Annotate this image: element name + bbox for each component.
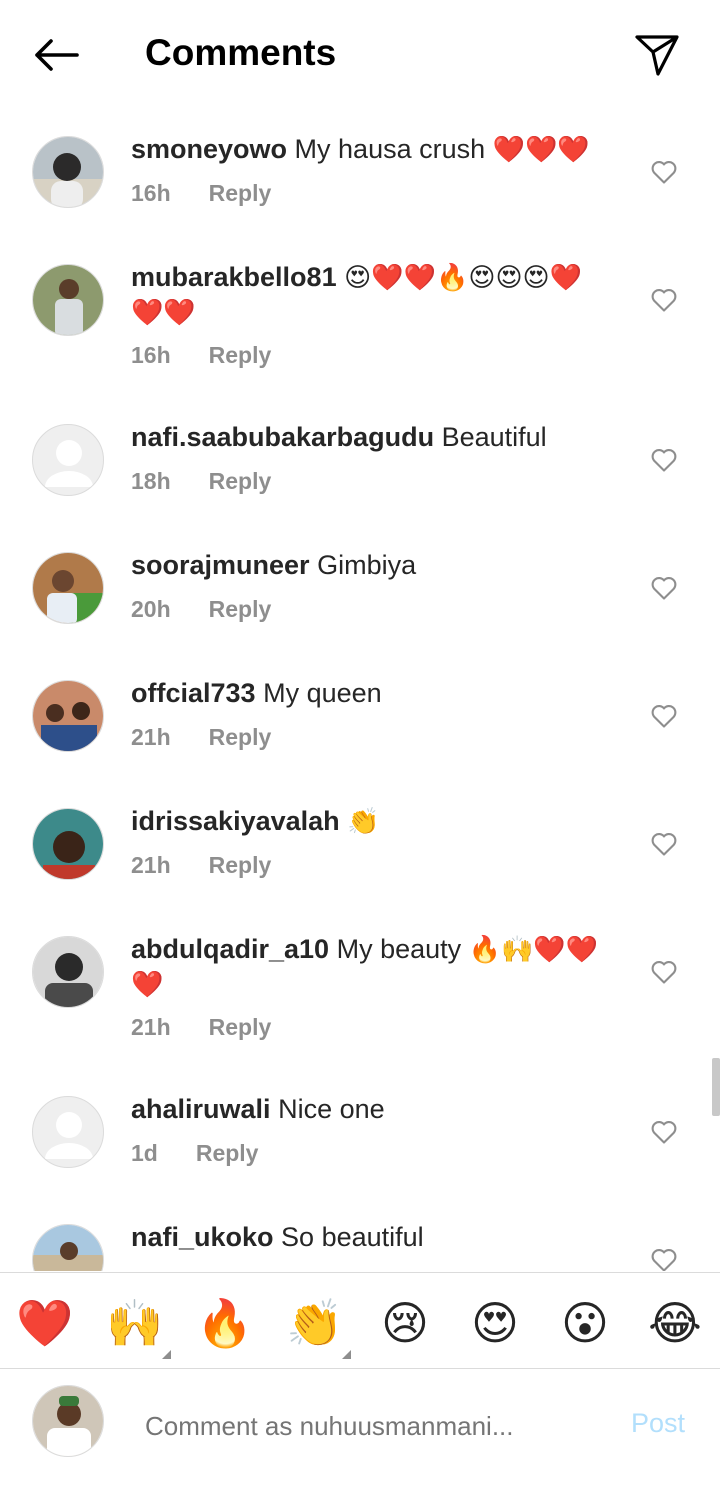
back-button[interactable]: [30, 34, 82, 76]
comment-timestamp: 1d: [131, 1140, 158, 1166]
comment-emoji: 🔥🙌❤️❤️: [468, 935, 599, 965]
reaction-raised-hands-emoji: 🙌: [106, 1296, 164, 1350]
reply-button[interactable]: Reply: [209, 852, 272, 878]
comment-timestamp: 21h: [131, 1014, 171, 1040]
comment-emoji: 😍❤️❤️🔥😍😍😍❤️: [344, 263, 583, 293]
reaction-surprised-button[interactable]: 😮: [555, 1293, 615, 1353]
comment-text: Nice one: [278, 1094, 385, 1124]
like-heart-icon[interactable]: [650, 830, 678, 858]
like-heart-icon[interactable]: [650, 1118, 678, 1146]
comments-list[interactable]: smoneyowo My hausa crush ❤️❤️❤️ 16h Reply…: [0, 108, 720, 1271]
like-heart-icon[interactable]: [650, 958, 678, 986]
avatar[interactable]: [32, 680, 104, 752]
comment-text: Beautiful: [441, 422, 547, 452]
comment-username[interactable]: soorajmuneer: [131, 550, 310, 580]
avatar[interactable]: [32, 264, 104, 336]
reply-button[interactable]: Reply: [209, 1014, 272, 1040]
reply-button[interactable]: Reply: [209, 342, 272, 368]
like-heart-icon[interactable]: [650, 286, 678, 314]
avatar[interactable]: [32, 552, 104, 624]
reaction-fire-button[interactable]: 🔥: [195, 1293, 255, 1353]
reply-button[interactable]: Reply: [209, 596, 272, 622]
page-title: Comments: [145, 32, 337, 73]
reaction-heart-button[interactable]: ❤️: [15, 1293, 75, 1353]
like-heart-icon[interactable]: [650, 1246, 678, 1271]
like-heart-icon[interactable]: [650, 702, 678, 730]
header-bar: Comments: [0, 0, 720, 108]
comment-text: So beautiful: [281, 1222, 424, 1252]
share-button[interactable]: [632, 30, 682, 80]
skin-tone-indicator-icon: [162, 1350, 171, 1359]
reaction-clap-emoji: 👏: [286, 1296, 344, 1350]
comment-username[interactable]: mubarakbello81: [131, 262, 337, 292]
reaction-laughing-button[interactable]: 😂: [645, 1293, 705, 1353]
avatar[interactable]: [32, 1224, 104, 1271]
avatar[interactable]: [32, 1096, 104, 1168]
comment-timestamp: 16h: [131, 180, 171, 206]
avatar[interactable]: [32, 424, 104, 496]
comment-timestamp: 21h: [131, 852, 171, 878]
comment-emoji: 👏: [347, 807, 380, 837]
back-arrow-icon: [35, 39, 79, 71]
comment-input[interactable]: [145, 1406, 585, 1446]
like-heart-icon[interactable]: [650, 158, 678, 186]
reply-button[interactable]: Reply: [209, 180, 272, 206]
like-heart-icon[interactable]: [650, 446, 678, 474]
reaction-crying-button[interactable]: 😢: [375, 1293, 435, 1353]
current-user-avatar: [32, 1385, 104, 1457]
comment-username[interactable]: abdulqadir_a10: [131, 934, 329, 964]
comment-username[interactable]: offcial733: [131, 678, 256, 708]
scrollbar-thumb[interactable]: [712, 1058, 720, 1116]
comment-timestamp: 16h: [131, 342, 171, 368]
comment-timestamp: 18h: [131, 468, 171, 494]
reaction-clap-button[interactable]: 👏: [285, 1293, 351, 1359]
comment-composer: Post: [0, 1370, 720, 1485]
avatar[interactable]: [32, 808, 104, 880]
comment-text: Gimbiya: [317, 550, 417, 580]
reply-button[interactable]: Reply: [196, 1140, 259, 1166]
skin-tone-indicator-icon: [342, 1350, 351, 1359]
comment-text: My queen: [263, 678, 382, 708]
reply-button[interactable]: Reply: [209, 468, 272, 494]
like-heart-icon[interactable]: [650, 574, 678, 602]
avatar[interactable]: [32, 936, 104, 1008]
comment-emoji-continued: ❤️❤️: [131, 298, 196, 328]
post-button[interactable]: Post: [631, 1408, 685, 1439]
quick-reactions-bar: ❤️ 🙌 🔥 👏 😢 😍 😮 😂: [0, 1272, 720, 1369]
comment-username[interactable]: nafi.saabubakarbagudu: [131, 422, 434, 452]
reaction-heart-eyes-button[interactable]: 😍: [465, 1293, 525, 1353]
comment-text: My hausa crush: [294, 134, 486, 164]
avatar[interactable]: [32, 136, 104, 208]
comment-emoji: ❤️❤️❤️: [492, 135, 590, 165]
comment-username[interactable]: idrissakiyavalah: [131, 806, 340, 836]
send-icon: [635, 35, 679, 76]
comment-timestamp: 21h: [131, 724, 171, 750]
reaction-raised-hands-button[interactable]: 🙌: [105, 1293, 171, 1359]
comment-username[interactable]: smoneyowo: [131, 134, 287, 164]
comment-username[interactable]: nafi_ukoko: [131, 1222, 274, 1252]
comment-timestamp: 20h: [131, 596, 171, 622]
comment-username[interactable]: ahaliruwali: [131, 1094, 271, 1124]
comment-text: My beauty: [336, 934, 462, 964]
reply-button[interactable]: Reply: [209, 724, 272, 750]
comment-emoji-continued: ❤️: [131, 970, 164, 1000]
